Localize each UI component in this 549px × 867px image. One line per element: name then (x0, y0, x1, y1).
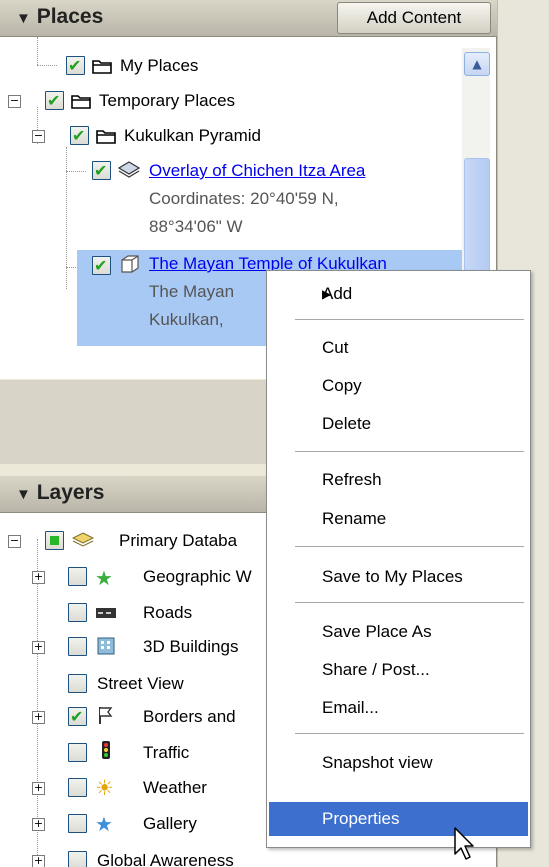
road-icon (96, 608, 116, 618)
layers-icon (72, 532, 94, 547)
tree-item-label: Temporary Places (99, 91, 236, 110)
menu-separator (295, 546, 524, 547)
overlay-coordinates: Coordinates: 20°40'59 N, (149, 189, 339, 208)
tree-item-kukulkan-pyramid[interactable]: − Kukulkan Pyramid (0, 122, 460, 150)
layer-label: Weather (143, 778, 207, 797)
menu-separator (295, 319, 524, 320)
context-menu[interactable]: Add ▶ Cut Copy Delete Refresh Rename Sav… (266, 270, 531, 848)
layer-checkbox[interactable] (68, 814, 87, 833)
layer-checkbox[interactable] (68, 743, 87, 762)
model-cube-icon (121, 255, 139, 273)
layer-label: 3D Buildings (143, 637, 239, 656)
expand-toggle-icon[interactable]: + (32, 571, 45, 584)
menu-item-save-to-my-places[interactable]: Save to My Places (269, 560, 528, 594)
layer-checkbox[interactable] (45, 531, 64, 550)
tree-item-my-places[interactable]: My Places (0, 52, 460, 80)
expand-toggle-icon[interactable]: + (32, 711, 45, 724)
collapse-toggle-icon[interactable]: − (8, 535, 21, 548)
star-icon: ★ (95, 566, 113, 590)
collapse-triangle-icon[interactable]: ▼ (16, 10, 31, 27)
layer-label: Street View (97, 674, 184, 693)
layer-checkbox[interactable] (68, 674, 87, 693)
menu-item-share-post[interactable]: Share / Post... (269, 653, 528, 687)
tree-item-temporary-places[interactable]: − Temporary Places (0, 87, 460, 115)
menu-item-email[interactable]: Email... (269, 691, 528, 725)
mayan-temple-desc-line2: Kukulkan, (149, 310, 224, 329)
layer-checkbox[interactable] (68, 567, 87, 586)
tree-item-label: My Places (120, 56, 199, 75)
scroll-up-icon[interactable]: ▲ (464, 52, 490, 76)
menu-separator (295, 602, 524, 603)
layer-checkbox[interactable] (68, 778, 87, 797)
menu-separator (295, 733, 524, 734)
layer-label: Roads (143, 603, 193, 622)
menu-item-snapshot-view[interactable]: Snapshot view (269, 746, 528, 780)
my-places-checkbox[interactable] (66, 52, 85, 80)
places-title: ▼ Places (16, 5, 104, 28)
menu-item-delete[interactable]: Delete (269, 407, 528, 441)
collapse-toggle-icon[interactable]: − (8, 95, 21, 108)
mayan-temple-desc: The Mayan (149, 282, 235, 301)
layer-label: Traffic (143, 743, 190, 762)
layer-checkbox[interactable] (68, 603, 87, 622)
layer-checkbox[interactable] (68, 637, 87, 656)
tree-item-label: Kukulkan Pyramid (124, 126, 262, 145)
star-icon: ★ (95, 812, 113, 836)
layer-label: Geographic W (143, 567, 252, 586)
expand-toggle-icon[interactable]: + (32, 782, 45, 795)
layer-label: Primary Databa (119, 531, 238, 550)
building-icon (97, 637, 115, 655)
kukulkan-pyramid-checkbox[interactable] (70, 122, 89, 150)
menu-item-copy[interactable]: Copy (269, 369, 528, 403)
add-content-button[interactable]: Add Content (337, 2, 491, 34)
expand-toggle-icon[interactable]: + (32, 855, 45, 867)
menu-item-rename[interactable]: Rename (269, 502, 528, 536)
flag-icon (99, 707, 113, 724)
menu-item-save-place-as[interactable]: Save Place As (269, 615, 528, 649)
tree-item-overlay[interactable]: Overlay of Chichen Itza Area Coordinates… (0, 157, 460, 241)
folder-icon (96, 130, 116, 144)
menu-item-add[interactable]: Add ▶ (269, 277, 528, 311)
mayan-temple-checkbox[interactable] (92, 252, 111, 280)
overlay-icon (118, 161, 140, 178)
mouse-pointer-icon (454, 827, 474, 860)
sun-icon: ☀ (95, 776, 114, 800)
menu-separator (295, 451, 524, 452)
collapse-triangle-icon[interactable]: ▼ (16, 486, 31, 503)
layer-checkbox[interactable] (68, 703, 87, 731)
collapse-toggle-icon[interactable]: − (32, 130, 45, 143)
expand-toggle-icon[interactable]: + (32, 641, 45, 654)
folder-icon (92, 60, 112, 74)
layers-title: ▼ Layers (16, 481, 105, 504)
menu-item-properties[interactable]: Properties (269, 802, 528, 836)
traffic-light-icon (102, 741, 110, 759)
places-header[interactable]: ▼ Places Add Content (0, 0, 497, 37)
overlay-link[interactable]: Overlay of Chichen Itza Area (149, 157, 365, 185)
layer-checkbox[interactable] (68, 851, 87, 867)
layer-label: Global Awareness (97, 851, 234, 867)
expand-toggle-icon[interactable]: + (32, 818, 45, 831)
overlay-checkbox[interactable] (92, 157, 111, 185)
folder-icon (71, 95, 91, 109)
layer-label: Borders and (143, 707, 236, 726)
temporary-places-checkbox[interactable] (45, 87, 64, 115)
layer-label: Gallery (143, 814, 197, 833)
menu-item-cut[interactable]: Cut (269, 331, 528, 365)
menu-item-refresh[interactable]: Refresh (269, 463, 528, 497)
overlay-coordinates-line2: 88°34'06" W (149, 217, 243, 236)
submenu-arrow-icon: ▶ (322, 287, 332, 301)
